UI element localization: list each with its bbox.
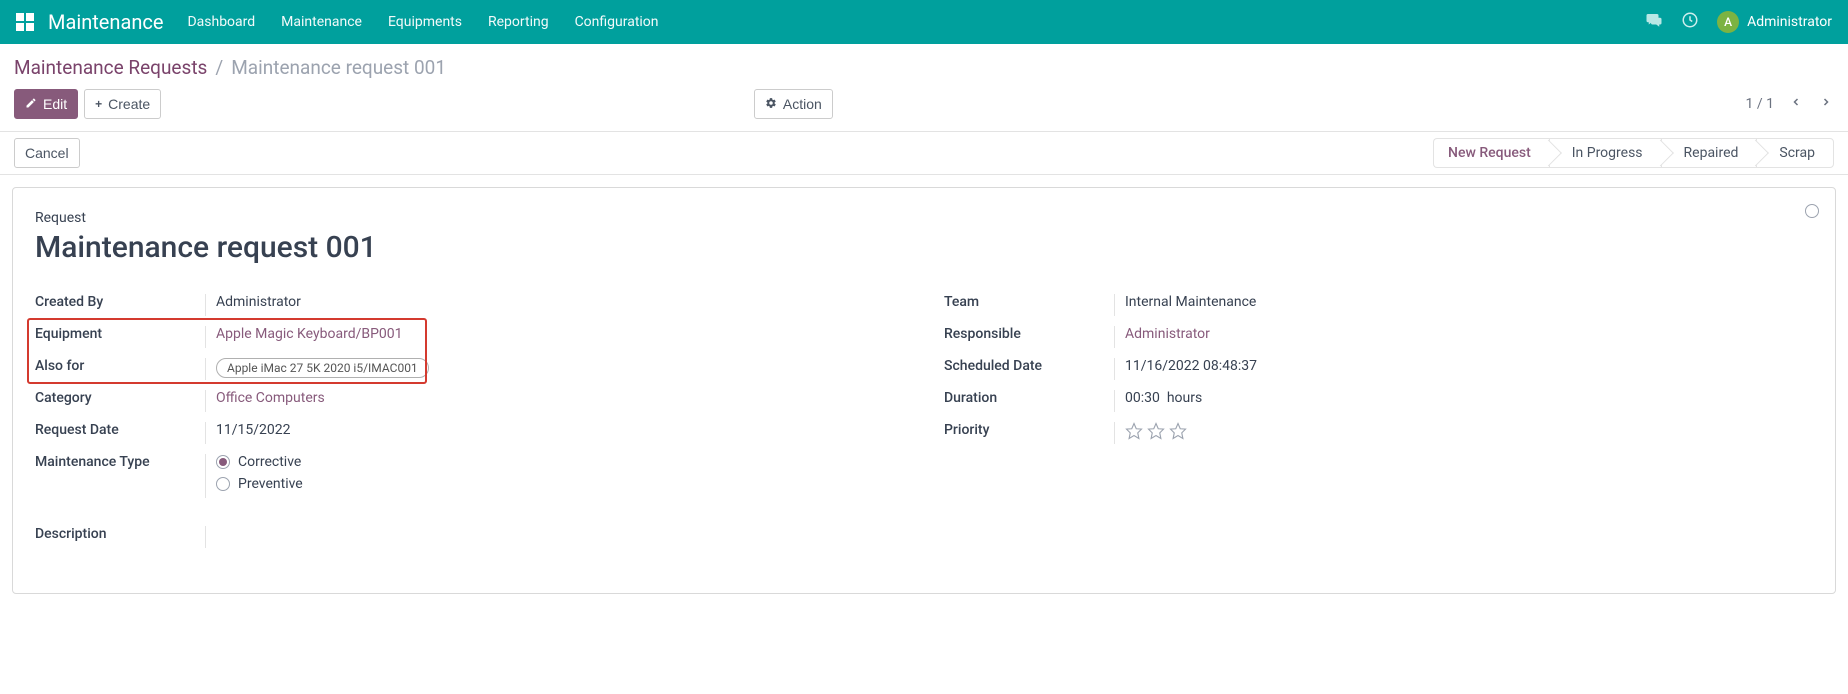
avatar: A xyxy=(1717,11,1739,33)
discuss-icon[interactable] xyxy=(1645,11,1663,33)
nav-item-maintenance[interactable]: Maintenance xyxy=(281,14,362,30)
stage-repaired[interactable]: Repaired xyxy=(1661,138,1757,168)
form-sheet: Request Maintenance request 001 Created … xyxy=(12,187,1836,594)
value-duration: 00:30 hours xyxy=(1114,390,1813,412)
label-priority: Priority xyxy=(944,422,1114,438)
star-2-icon[interactable] xyxy=(1147,422,1165,440)
value-team: Internal Maintenance xyxy=(1114,294,1813,316)
value-request-date: 11/15/2022 xyxy=(205,422,904,444)
breadcrumb: Maintenance Requests / Maintenance reque… xyxy=(0,44,1848,85)
label-duration: Duration xyxy=(944,390,1114,406)
app-title[interactable]: Maintenance xyxy=(48,10,163,34)
edit-button[interactable]: Edit xyxy=(14,89,78,119)
label-scheduled-date: Scheduled Date xyxy=(944,358,1114,374)
star-3-icon[interactable] xyxy=(1169,422,1187,440)
request-label: Request xyxy=(35,210,1813,226)
radio-corrective[interactable] xyxy=(216,455,230,469)
kanban-state-selector[interactable] xyxy=(1805,204,1819,218)
action-button[interactable]: Action xyxy=(754,89,833,119)
label-request-date: Request Date xyxy=(35,422,205,438)
plus-icon: + xyxy=(95,97,102,111)
create-label: Create xyxy=(108,96,150,112)
value-description xyxy=(205,526,904,548)
label-created-by: Created By xyxy=(35,294,205,310)
user-name: Administrator xyxy=(1747,14,1832,30)
value-equipment[interactable]: Apple Magic Keyboard/BP001 xyxy=(216,326,403,342)
breadcrumb-sep: / xyxy=(215,56,223,79)
navbar: Maintenance Dashboard Maintenance Equipm… xyxy=(0,0,1848,44)
label-responsible: Responsible xyxy=(944,326,1114,342)
label-equipment: Equipment xyxy=(35,326,205,342)
radio-preventive[interactable] xyxy=(216,477,230,491)
breadcrumb-parent[interactable]: Maintenance Requests xyxy=(14,56,207,79)
nav-item-dashboard[interactable]: Dashboard xyxy=(187,14,255,30)
label-description: Description xyxy=(35,526,205,542)
value-created-by: Administrator xyxy=(205,294,904,316)
create-button[interactable]: + Create xyxy=(84,89,161,119)
stage-in-progress[interactable]: In Progress xyxy=(1549,138,1661,168)
stages: New Request In Progress Repaired Scrap xyxy=(1433,138,1834,168)
radio-corrective-label: Corrective xyxy=(238,454,301,470)
apps-launcher-icon[interactable] xyxy=(16,13,34,31)
user-menu[interactable]: A Administrator xyxy=(1717,11,1832,33)
action-label: Action xyxy=(783,96,822,112)
left-column: Created By Administrator Equipment Apple… xyxy=(35,289,904,553)
nav-menu: Dashboard Maintenance Equipments Reporti… xyxy=(187,14,658,30)
activities-icon[interactable] xyxy=(1681,11,1699,33)
page-title: Maintenance request 001 xyxy=(35,230,1813,265)
radio-preventive-label: Preventive xyxy=(238,476,303,492)
pager-next-icon[interactable] xyxy=(1818,90,1834,119)
right-column: Team Internal Maintenance Responsible Ad… xyxy=(944,289,1813,553)
value-category[interactable]: Office Computers xyxy=(216,390,325,406)
nav-item-configuration[interactable]: Configuration xyxy=(575,14,659,30)
pager[interactable]: 1 / 1 xyxy=(1746,96,1774,112)
label-category: Category xyxy=(35,390,205,406)
gear-icon xyxy=(765,97,777,112)
statusbar: Cancel New Request In Progress Repaired … xyxy=(0,131,1848,175)
value-scheduled-date: 11/16/2022 08:48:37 xyxy=(1114,358,1813,380)
label-maintenance-type: Maintenance Type xyxy=(35,454,205,470)
star-1-icon[interactable] xyxy=(1125,422,1143,440)
nav-item-equipments[interactable]: Equipments xyxy=(388,14,462,30)
breadcrumb-current: Maintenance request 001 xyxy=(231,56,446,79)
priority-stars xyxy=(1125,422,1813,440)
edit-label: Edit xyxy=(43,96,67,112)
cancel-button[interactable]: Cancel xyxy=(14,138,80,168)
label-team: Team xyxy=(944,294,1114,310)
pager-prev-icon[interactable] xyxy=(1788,90,1804,119)
stage-new-request[interactable]: New Request xyxy=(1433,138,1549,168)
nav-item-reporting[interactable]: Reporting xyxy=(488,14,549,30)
tag-also-for[interactable]: Apple iMac 27 5K 2020 i5/IMAC001 xyxy=(216,358,429,378)
value-responsible[interactable]: Administrator xyxy=(1125,326,1210,342)
toolbar: Edit + Create Action 1 / 1 xyxy=(0,85,1848,131)
pencil-icon xyxy=(25,97,37,112)
label-also-for: Also for xyxy=(35,358,205,374)
